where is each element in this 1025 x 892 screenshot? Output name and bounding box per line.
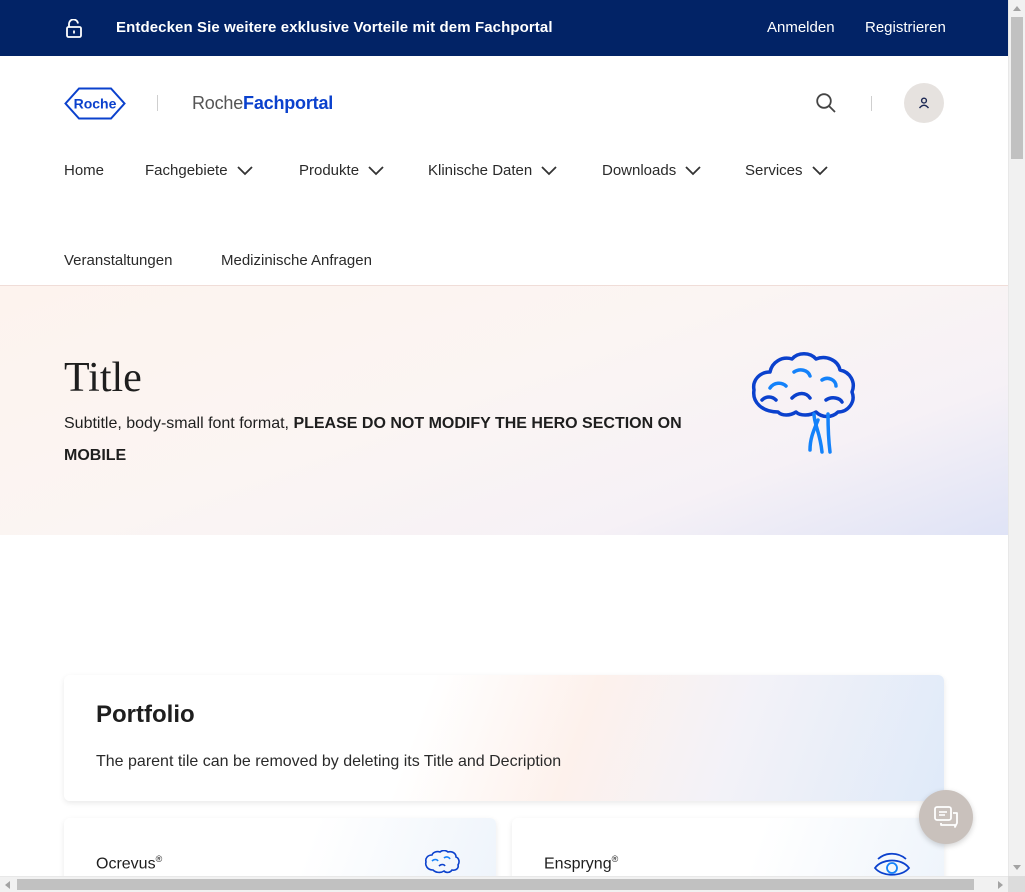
- chevron-down-icon: [685, 166, 701, 176]
- scrollbar-corner: [1008, 876, 1025, 892]
- product-name-text: Ocrevus: [96, 855, 156, 873]
- nav-item-downloads[interactable]: Downloads: [602, 160, 702, 180]
- nav-label: Medizinische Anfragen: [221, 251, 372, 269]
- page-viewport: Entdecken Sie weitere exklusive Vorteile…: [0, 0, 1008, 876]
- portfolio-title: Portfolio: [96, 701, 195, 728]
- nav-label: Fachgebiete: [145, 161, 228, 179]
- brain-icon: [751, 352, 855, 454]
- nav-label: Klinische Daten: [428, 161, 533, 179]
- nav-item-home[interactable]: Home: [64, 160, 104, 180]
- chat-button[interactable]: [919, 790, 973, 844]
- scroll-right-arrow-icon[interactable]: [998, 881, 1003, 889]
- product-name-text: Enspryng: [544, 855, 612, 873]
- nav-label: Produkte: [299, 161, 360, 179]
- registered-mark: ®: [611, 854, 619, 864]
- user-account-button[interactable]: [904, 83, 944, 123]
- chevron-down-icon: [236, 166, 253, 176]
- site-header: Roche RocheFachportal Home Fachgebiete P: [0, 56, 1008, 286]
- scroll-up-arrow-icon[interactable]: [1013, 6, 1021, 11]
- nav-item-klinische-daten[interactable]: Klinische Daten: [428, 160, 558, 180]
- brand-suffix: Fachportal: [243, 93, 334, 113]
- login-link[interactable]: Anmelden: [767, 19, 835, 36]
- logo-divider: [157, 95, 158, 111]
- product-card-ocrevus[interactable]: Ocrevus®: [64, 818, 496, 876]
- chat-icon: [934, 806, 958, 828]
- vertical-scrollbar-thumb[interactable]: [1011, 17, 1023, 159]
- header-divider: [871, 96, 872, 111]
- horizontal-scrollbar-thumb[interactable]: [17, 879, 974, 890]
- nav-item-produkte[interactable]: Produkte: [299, 160, 385, 180]
- hero-title: Title: [64, 355, 142, 401]
- search-icon[interactable]: [815, 92, 837, 114]
- nav-item-medizinische-anfragen[interactable]: Medizinische Anfragen: [221, 250, 372, 270]
- hero-section: Title Subtitle, body-small font format, …: [0, 286, 1008, 535]
- vertical-scrollbar[interactable]: [1008, 0, 1025, 876]
- portfolio-description: The parent tile can be removed by deleti…: [96, 753, 562, 770]
- user-icon: [918, 97, 930, 109]
- brand-name[interactable]: RocheFachportal: [192, 93, 333, 114]
- product-name: Enspryng®: [544, 854, 618, 873]
- scroll-left-arrow-icon[interactable]: [5, 881, 10, 889]
- promo-text: Entdecken Sie weitere exklusive Vorteile…: [116, 19, 553, 36]
- product-card-enspryng[interactable]: Enspryng®: [512, 818, 944, 876]
- hero-subtitle-plain: Subtitle, body-small font format,: [64, 415, 294, 432]
- chevron-down-icon: [368, 166, 384, 176]
- product-name: Ocrevus®: [96, 854, 162, 873]
- chevron-down-icon: [541, 166, 557, 176]
- portfolio-tile: Portfolio The parent tile can be removed…: [64, 675, 944, 801]
- nav-label: Veranstaltungen: [64, 251, 173, 269]
- hero-subtitle: Subtitle, body-small font format, PLEASE…: [64, 408, 714, 472]
- nav-label: Services: [745, 161, 803, 179]
- nav-label: Downloads: [602, 161, 677, 179]
- brain-icon: [424, 850, 460, 874]
- roche-logo[interactable]: Roche: [64, 87, 126, 120]
- logo-text: Roche: [74, 96, 117, 112]
- promo-banner: Entdecken Sie weitere exklusive Vorteile…: [0, 0, 1008, 56]
- nav-label: Home: [64, 161, 105, 179]
- brand-prefix: Roche: [192, 93, 244, 113]
- registered-mark: ®: [155, 854, 163, 864]
- scroll-down-arrow-icon[interactable]: [1013, 865, 1021, 870]
- chevron-down-icon: [811, 166, 828, 176]
- nav-item-services[interactable]: Services: [745, 160, 829, 180]
- eye-icon: [873, 852, 911, 876]
- unlock-icon: [66, 19, 82, 38]
- register-link[interactable]: Registrieren: [865, 19, 946, 36]
- horizontal-scrollbar[interactable]: [0, 876, 1008, 892]
- nav-item-fachgebiete[interactable]: Fachgebiete: [145, 160, 254, 180]
- nav-item-veranstaltungen[interactable]: Veranstaltungen: [64, 250, 172, 270]
